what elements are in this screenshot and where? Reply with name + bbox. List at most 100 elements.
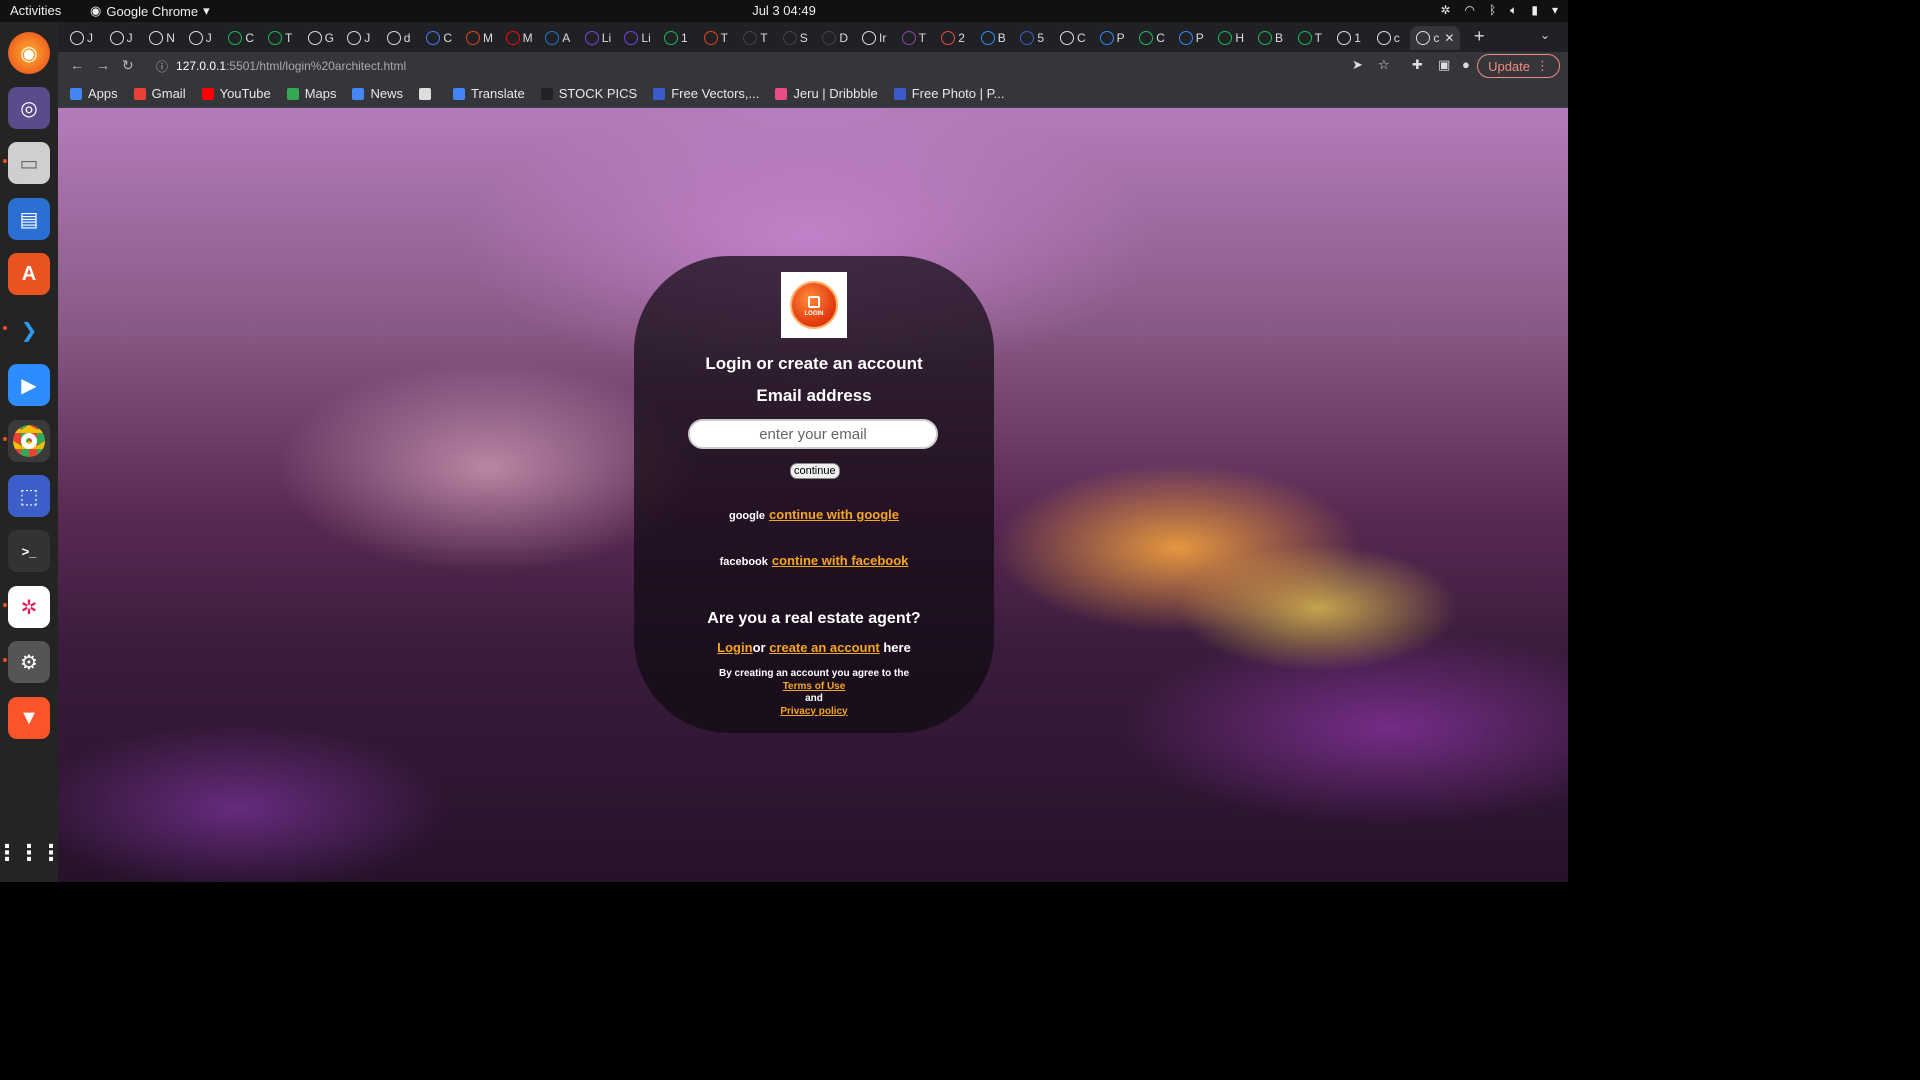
continue-with-facebook-link[interactable]: contine with facebook	[772, 553, 909, 568]
back-icon[interactable]: ←	[70, 57, 84, 73]
bookmark-item[interactable]: Apps	[70, 86, 118, 101]
browser-tab[interactable]: G	[302, 26, 340, 50]
bookmark-label: STOCK PICS	[558, 86, 638, 101]
reload-icon[interactable]: ↻	[122, 57, 134, 74]
browser-tab[interactable]: C	[420, 26, 458, 50]
bluetooth-icon: ᛒ	[1488, 3, 1497, 17]
browser-tab[interactable]: 5	[1014, 26, 1052, 50]
bookmark-item[interactable]: Free Photo | P...	[893, 86, 1004, 101]
browser-tab[interactable]: T	[262, 26, 300, 50]
chrome-icon[interactable]	[8, 420, 50, 462]
site-info-icon[interactable]: ⓘ	[156, 58, 168, 75]
bookmark-item[interactable]: Free Vectors,...	[653, 86, 759, 101]
slack-tray-icon[interactable]: ✲	[1440, 3, 1450, 18]
slack-icon[interactable]: ✲	[8, 586, 50, 628]
browser-tab[interactable]: J	[183, 26, 221, 50]
send-icon[interactable]: ➤	[1352, 57, 1363, 73]
bookmark-item[interactable]: Translate	[453, 86, 525, 101]
browser-tab[interactable]: Li	[579, 26, 617, 50]
browser-tab[interactable]: N	[143, 26, 181, 50]
browser-tab[interactable]: T	[1292, 26, 1330, 50]
zoom-icon[interactable]: ▶	[8, 364, 50, 406]
browser-tab[interactable]: M	[460, 26, 498, 50]
email-field[interactable]	[688, 419, 938, 449]
bookmark-item[interactable]	[419, 87, 437, 100]
update-button[interactable]: Update ⋮	[1477, 54, 1560, 78]
bookmark-star-icon[interactable]: ☆	[1378, 57, 1390, 73]
browser-tab[interactable]: B	[975, 26, 1013, 50]
bookmark-item[interactable]: STOCK PICS	[540, 86, 638, 101]
vscode-icon[interactable]: ❯	[8, 309, 50, 351]
bookmark-item[interactable]: Maps	[286, 86, 337, 101]
tab-label: P	[1116, 31, 1125, 45]
settings-icon[interactable]: ⚙	[8, 641, 50, 683]
browser-tab[interactable]: 1	[658, 26, 696, 50]
browser-tab[interactable]: A	[539, 26, 577, 50]
browser-tab[interactable]: d	[381, 26, 419, 50]
continue-button[interactable]: continue	[790, 463, 840, 479]
tab-label: c	[1433, 31, 1440, 45]
tab-search-icon[interactable]: ⌄	[1540, 28, 1550, 42]
forward-icon[interactable]: →	[96, 57, 110, 73]
browser-tab[interactable]: P	[1173, 26, 1211, 50]
bookmark-item[interactable]: Gmail	[133, 86, 186, 101]
bookmark-label: Maps	[304, 86, 337, 101]
agent-login-link[interactable]: Login	[717, 640, 752, 655]
firefox-icon[interactable]: ◉	[8, 32, 50, 74]
browser-tab[interactable]: B	[1252, 26, 1290, 50]
tab-favicon-icon	[1099, 31, 1114, 45]
browser-tab[interactable]: T	[698, 26, 736, 50]
bookmark-item[interactable]: YouTube	[201, 86, 271, 101]
screenshot-icon[interactable]: ⬚	[8, 475, 50, 517]
browser-tab[interactable]: J	[104, 26, 142, 50]
browser-tab[interactable]: 1	[1331, 26, 1369, 50]
tab-favicon-icon	[149, 31, 164, 45]
activities-button[interactable]: Activities	[10, 3, 61, 18]
show-apps-icon[interactable]: ⋮⋮⋮	[0, 832, 62, 874]
browser-tab[interactable]: C	[1133, 26, 1171, 50]
browser-tab[interactable]: c	[1371, 26, 1409, 50]
system-tray[interactable]: ✲ ◠ ᛒ 🔈︎ ▮ ▾	[1440, 3, 1558, 18]
bookmark-item[interactable]: News	[352, 86, 403, 101]
close-tab-icon[interactable]: ✕	[1444, 31, 1454, 45]
extensions-icon[interactable]: ✚	[1412, 57, 1423, 73]
privacy-policy-link[interactable]: Privacy policy	[634, 706, 994, 719]
browser-tab[interactable]: P	[1094, 26, 1132, 50]
address-bar[interactable]: ⓘ 127.0.0.1:5501/html/login%20architect.…	[146, 54, 1406, 78]
browser-tab[interactable]: Li	[618, 26, 656, 50]
browser-tab[interactable]: T	[896, 26, 934, 50]
browser-tab[interactable]: H	[1212, 26, 1250, 50]
browser-tab[interactable]: J	[64, 26, 102, 50]
browser-tab[interactable]: C	[1054, 26, 1092, 50]
browser-tab[interactable]: T	[737, 26, 775, 50]
browser-tab[interactable]: M	[500, 26, 538, 50]
software-center-icon[interactable]: A	[8, 253, 50, 295]
tab-favicon-icon	[268, 31, 282, 45]
files-icon[interactable]: ▭	[8, 142, 50, 184]
agent-create-account-link[interactable]: create an account	[769, 640, 880, 655]
brave-icon[interactable]: ▼	[8, 697, 50, 739]
profile-avatar-icon[interactable]: ●	[1462, 57, 1470, 72]
browser-tab[interactable]: Ir	[856, 26, 894, 50]
bookmark-item[interactable]: Jeru | Dribbble	[775, 86, 878, 101]
new-tab-button[interactable]: +	[1474, 26, 1485, 47]
bookmark-label: YouTube	[219, 86, 271, 101]
tab-label: M	[483, 31, 493, 45]
browser-tab[interactable]: D	[816, 26, 854, 50]
tab-label: c	[1393, 31, 1400, 45]
browser-tab[interactable]: S	[777, 26, 815, 50]
clock[interactable]: Jul 3 04:49	[752, 3, 816, 18]
app-menu[interactable]: ◉ Google Chrome ▾	[90, 3, 210, 19]
continue-with-google-link[interactable]: continue with google	[769, 507, 899, 522]
browser-tab[interactable]: 2	[935, 26, 973, 50]
writer-icon[interactable]: ▤	[8, 198, 50, 240]
screen-recorder-icon[interactable]: ◎	[8, 87, 50, 129]
browser-tab[interactable]: C	[222, 26, 260, 50]
terminal-icon[interactable]: >_	[8, 530, 50, 572]
terms-of-use-link[interactable]: Terms of Use	[634, 681, 994, 694]
tab-favicon-icon	[1139, 31, 1154, 45]
side-panel-icon[interactable]: ▣	[1438, 57, 1450, 73]
tab-label: T	[720, 31, 728, 45]
browser-tab[interactable]: c ✕	[1410, 26, 1461, 50]
browser-tab[interactable]: J	[341, 26, 379, 50]
